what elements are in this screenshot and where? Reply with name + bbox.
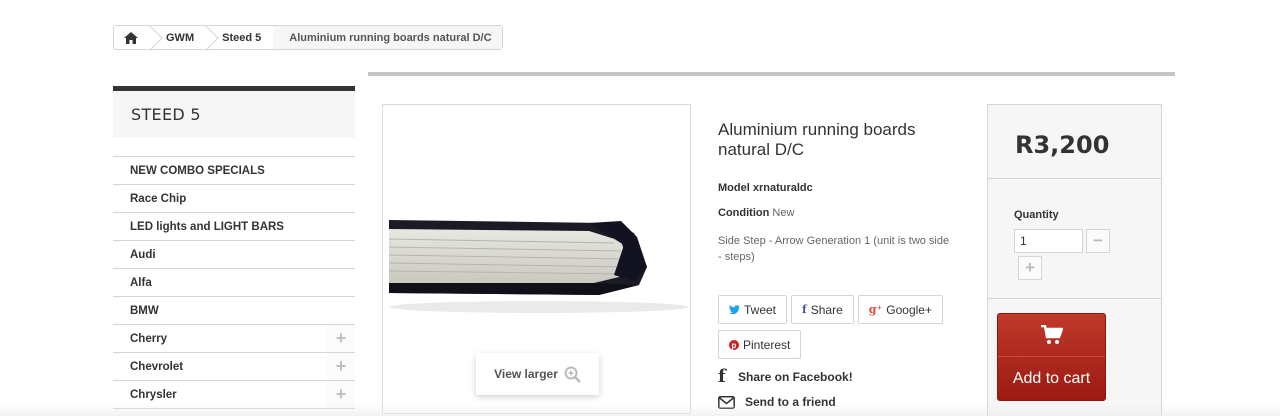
svg-text:p: p <box>732 341 737 350</box>
condition-label: Condition <box>718 207 770 219</box>
product-description: Side Step - Arrow Generation 1 (unit is … <box>718 235 950 263</box>
category-label[interactable]: LED lights and LIGHT BARS <box>130 221 284 233</box>
bottom-fade <box>0 404 1280 416</box>
expand-plus-icon[interactable]: + <box>327 353 355 380</box>
google-plus-label: Google+ <box>886 302 932 317</box>
content-divider <box>368 72 1175 76</box>
zoom-in-icon <box>564 366 581 383</box>
add-to-cart-button[interactable]: Add to cart <box>997 313 1106 401</box>
category-label[interactable]: Chevrolet <box>130 361 183 373</box>
product-title: Aluminium running boards natural D/C <box>718 120 916 159</box>
google-plus-icon: g⁺ <box>868 303 883 316</box>
category-item[interactable]: Audi <box>113 241 355 269</box>
add-to-cart-label: Add to cart <box>1012 369 1091 387</box>
quantity-input[interactable]: 1 <box>1014 229 1083 253</box>
expand-plus-icon[interactable]: + <box>327 325 355 352</box>
view-larger-button[interactable]: View larger <box>476 353 599 395</box>
breadcrumb: GWM Steed 5 Aluminium running boards nat… <box>113 25 503 50</box>
quantity-minus-button[interactable]: − <box>1086 229 1110 253</box>
share-buttons: Tweet f Share g⁺ Google+ p Pinterest <box>718 295 958 361</box>
quantity-label: Quantity <box>1014 209 1059 221</box>
category-item[interactable]: Alfa <box>113 269 355 297</box>
category-item[interactable]: Race Chip <box>113 185 355 213</box>
cart-icon-area <box>998 314 1105 357</box>
facebook-share-button[interactable]: f Share <box>791 295 854 324</box>
view-larger-label: View larger <box>494 367 558 381</box>
category-item[interactable]: Chevrolet + <box>113 353 355 381</box>
google-plus-button[interactable]: g⁺ Google+ <box>857 295 943 324</box>
breadcrumb-current: Aluminium running boards natural D/C <box>273 26 502 49</box>
pinterest-button[interactable]: p Pinterest <box>718 330 802 359</box>
category-item[interactable]: BMW <box>113 297 355 325</box>
category-label[interactable]: Cherry <box>130 333 167 345</box>
facebook-share-label: Share <box>810 302 843 317</box>
tweet-button[interactable]: Tweet <box>718 295 788 324</box>
product-image <box>389 220 689 313</box>
category-list: NEW COMBO SPECIALS Race Chip LED lights … <box>113 156 355 409</box>
category-label[interactable]: Chrysler <box>130 389 177 401</box>
twitter-icon <box>729 305 740 314</box>
product-info: Aluminium running boards natural D/C Mod… <box>718 120 968 265</box>
quantity-section: Quantity 1 − + <box>988 179 1161 299</box>
category-label[interactable]: NEW COMBO SPECIALS <box>130 165 265 177</box>
category-label[interactable]: Alfa <box>130 277 152 289</box>
quantity-plus-button[interactable]: + <box>1018 256 1042 280</box>
category-label[interactable]: Race Chip <box>130 193 186 205</box>
sidebar-title: STEED 5 <box>113 86 355 138</box>
model-value: xrnaturaldc <box>752 182 813 194</box>
product-condition: Condition New <box>718 207 968 219</box>
cart-icon <box>1040 325 1063 344</box>
pinterest-label: Pinterest <box>743 337 791 352</box>
quantity-stepper: 1 − <box>1014 229 1161 253</box>
tweet-label: Tweet <box>744 302 777 317</box>
facebook-icon: f <box>802 303 807 316</box>
product-image-box[interactable]: View larger <box>382 104 691 414</box>
product-model: Model xrnaturaldc <box>718 182 968 194</box>
category-item[interactable]: LED lights and LIGHT BARS <box>113 213 355 241</box>
facebook-icon: f <box>718 366 726 387</box>
category-label[interactable]: BMW <box>130 305 159 317</box>
category-label[interactable]: Audi <box>130 249 156 261</box>
model-label: Model <box>718 182 750 194</box>
category-sidebar: STEED 5 NEW COMBO SPECIALS Race Chip LED… <box>113 86 355 409</box>
share-on-facebook-label: Share on Facebook! <box>738 369 853 384</box>
category-item[interactable]: NEW COMBO SPECIALS <box>113 157 355 185</box>
share-on-facebook-link[interactable]: f Share on Facebook! <box>718 366 853 387</box>
category-item[interactable]: Cherry + <box>113 325 355 353</box>
price: R3,200 <box>988 105 1161 179</box>
buy-box: R3,200 Quantity 1 − + Add to cart <box>987 104 1162 416</box>
condition-value: New <box>772 207 795 219</box>
pinterest-icon: p <box>729 339 739 350</box>
